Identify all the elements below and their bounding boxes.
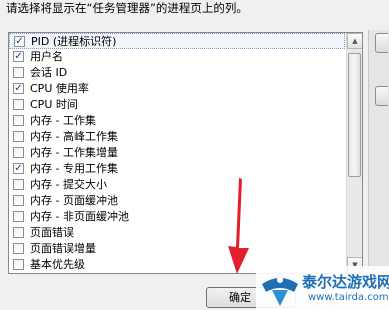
column-option-label: 内存 - 工作集 xyxy=(30,114,96,127)
column-option[interactable]: 内存 - 工作集增量 xyxy=(9,145,345,161)
column-option-label: 页面错误增量 xyxy=(30,242,96,255)
scrollbar-thumb[interactable] xyxy=(348,53,361,177)
column-option[interactable]: 会话 ID xyxy=(9,65,345,81)
column-checkbox[interactable]: ✓ xyxy=(14,36,25,47)
column-checkbox[interactable] xyxy=(13,243,24,254)
instruction-text: 请选择将显示在“任务管理器”的进程页上的列。 xyxy=(6,1,248,15)
column-option-label: 会话 ID xyxy=(30,66,68,79)
column-option-label: 内存 - 专用工作集 xyxy=(30,162,118,175)
column-option-label: 内存 - 非页面缓冲池 xyxy=(30,210,129,223)
side-buttons-strip xyxy=(368,30,389,280)
scroll-up-icon[interactable]: ▲ xyxy=(347,33,362,49)
column-checklist[interactable]: ✓ PID (进程标识符) ✓ 用户名会话 ID ✓ CPU 使用率 CPU 时间内存 - … xyxy=(8,32,363,274)
column-checkbox[interactable]: ✓ xyxy=(13,51,24,62)
column-checkbox[interactable] xyxy=(13,147,24,158)
column-checkbox[interactable] xyxy=(13,211,24,222)
move-up-button[interactable] xyxy=(375,33,388,53)
column-option[interactable]: 页面错误增量 xyxy=(9,241,345,257)
column-checkbox[interactable] xyxy=(13,227,24,238)
red-arrow-icon xyxy=(228,178,249,274)
column-checkbox[interactable]: ✓ xyxy=(13,83,24,94)
watermark-logo-icon xyxy=(262,277,298,306)
column-option-label: 内存 - 工作集增量 xyxy=(30,146,118,159)
column-option-label: CPU 使用率 xyxy=(30,82,89,95)
column-checkbox[interactable]: ✓ xyxy=(13,163,24,174)
column-option[interactable]: 内存 - 非页面缓冲池 xyxy=(9,209,345,225)
watermark: 泰尔达游戏网 www.tairda.com xyxy=(256,266,389,310)
column-option[interactable]: 内存 - 提交大小 xyxy=(9,177,345,193)
vertical-scrollbar[interactable]: ▲ ▼ xyxy=(346,33,362,273)
column-option[interactable]: 内存 - 页面缓冲池 xyxy=(9,193,345,209)
column-option[interactable]: CPU 时间 xyxy=(9,97,345,113)
column-option[interactable]: 页面错误 xyxy=(9,225,345,241)
column-option-label: PID (进程标识符) xyxy=(31,35,117,48)
column-option-label: 内存 - 高峰工作集 xyxy=(30,130,118,143)
column-option-label: 内存 - 提交大小 xyxy=(30,178,107,191)
column-checkbox[interactable] xyxy=(13,115,24,126)
column-checkbox[interactable] xyxy=(13,131,24,142)
column-checkbox[interactable] xyxy=(13,99,24,110)
column-option[interactable]: 内存 - 工作集 xyxy=(9,113,345,129)
watermark-url: www.tairda.com xyxy=(308,292,389,303)
column-option-label: 用户名 xyxy=(30,50,63,63)
column-checkbox[interactable] xyxy=(13,179,24,190)
column-option[interactable]: 内存 - 高峰工作集 xyxy=(9,129,345,145)
column-option-label: CPU 时间 xyxy=(30,98,78,111)
column-checkbox[interactable] xyxy=(13,259,24,270)
column-option-label: 页面错误 xyxy=(30,226,74,239)
column-option[interactable]: ✓ CPU 使用率 xyxy=(9,81,345,97)
column-option[interactable]: ✓ 用户名 xyxy=(9,49,345,65)
column-option[interactable]: ✓ PID (进程标识符) xyxy=(9,33,345,49)
watermark-text: 泰尔达游戏网 xyxy=(302,273,389,291)
column-option-label: 内存 - 页面缓冲池 xyxy=(30,194,118,207)
move-down-button[interactable] xyxy=(375,86,388,106)
column-option[interactable]: ✓ 内存 - 专用工作集 xyxy=(9,161,345,177)
column-checkbox[interactable] xyxy=(13,195,24,206)
column-option-label: 基本优先级 xyxy=(30,258,85,271)
column-checkbox[interactable] xyxy=(13,67,24,78)
column-list-items: ✓ PID (进程标识符) ✓ 用户名会话 ID ✓ CPU 使用率 CPU 时间内存 - … xyxy=(9,33,345,273)
